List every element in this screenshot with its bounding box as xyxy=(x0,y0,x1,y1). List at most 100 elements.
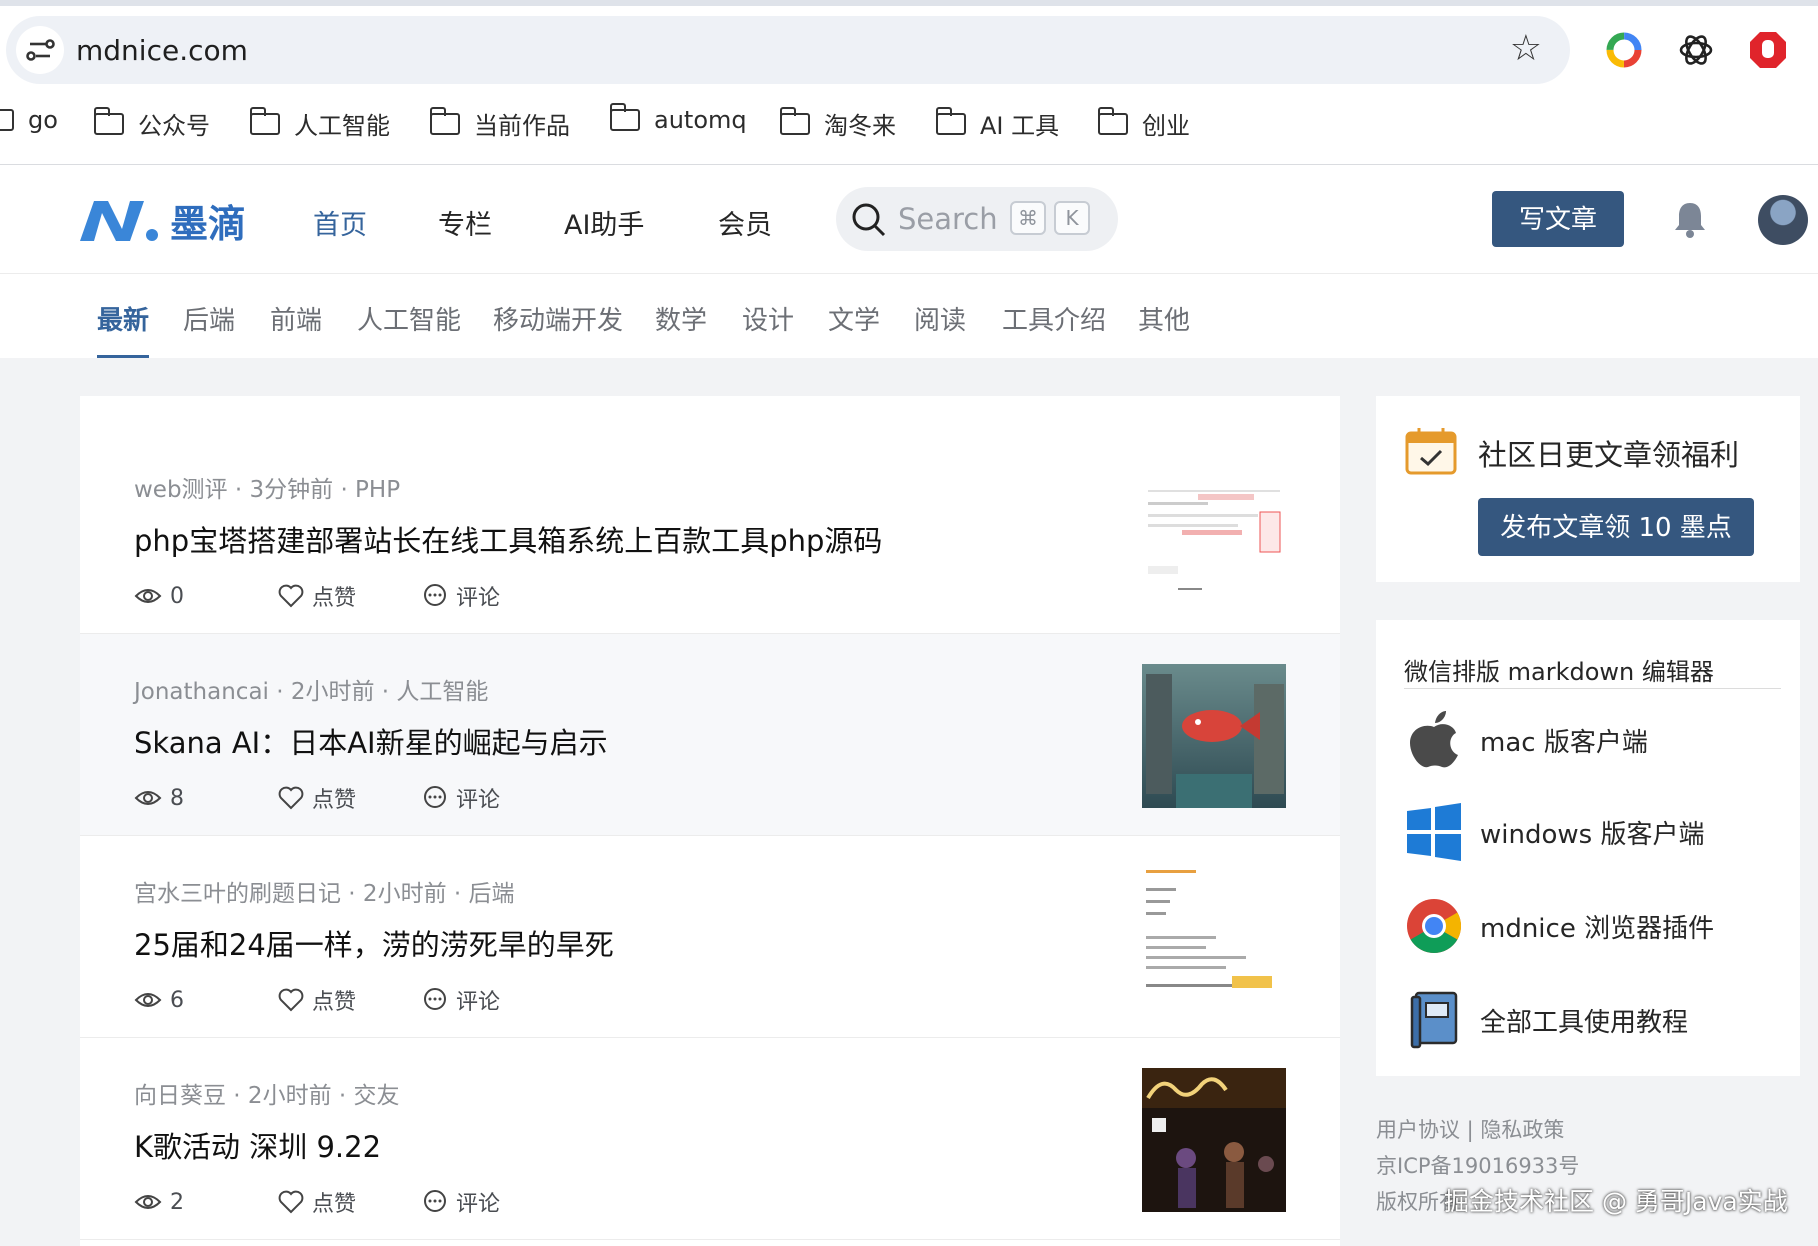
write-article-button[interactable]: 写文章 xyxy=(1492,191,1624,247)
openai-extension-icon[interactable] xyxy=(1676,30,1716,70)
heart-icon xyxy=(278,1190,304,1214)
category-other[interactable]: 其他 xyxy=(1138,300,1190,337)
browser-chrome: mdnice.com ☆ go 公众号 人工智能 当前作品 automq 淘冬来… xyxy=(0,0,1818,165)
promo-title: 社区日更文章领福利 xyxy=(1478,438,1740,472)
bookmark-startup[interactable]: 创业 xyxy=(1097,106,1190,141)
article-thumbnail[interactable] xyxy=(1142,866,1286,1010)
article-actions: 6 点赞 评论 xyxy=(134,984,500,1016)
like-button[interactable]: 点赞 xyxy=(278,580,422,612)
category-bar: 最新 后端 前端 人工智能 移动端开发 数学 设计 文学 阅读 工具介绍 其他 xyxy=(0,274,1818,358)
user-avatar[interactable] xyxy=(1758,195,1808,245)
folder-icon xyxy=(779,106,810,135)
nav-columns[interactable]: 专栏 xyxy=(438,203,492,242)
folder-icon xyxy=(935,106,966,135)
category-mobile[interactable]: 移动端开发 xyxy=(493,300,623,337)
nav-ai-assistant[interactable]: AI助手 xyxy=(564,203,644,242)
article-meta: 向日葵豆 · 2小时前 · 交友 xyxy=(134,1083,400,1109)
category-math[interactable]: 数学 xyxy=(655,300,707,337)
article-card[interactable]: 向日葵豆 · 2小时前 · 交友 K歌活动 深圳 9.22 2 点赞 评论 xyxy=(80,1038,1340,1240)
category-ai[interactable]: 人工智能 xyxy=(357,300,461,337)
comment-icon xyxy=(424,584,446,606)
bookmark-gongzhonghao[interactable]: 公众号 xyxy=(93,106,210,141)
bookmark-star-icon[interactable]: ☆ xyxy=(1510,28,1542,69)
extension-ring-icon[interactable] xyxy=(1604,30,1644,70)
category-tools[interactable]: 工具介绍 xyxy=(1002,300,1106,337)
article-thumbnail[interactable] xyxy=(1142,664,1286,808)
category-latest[interactable]: 最新 xyxy=(97,300,149,337)
tool-mac-client[interactable]: mac 版客户端 xyxy=(1404,710,1648,770)
tools-divider xyxy=(1404,688,1781,689)
article-meta: Jonathancai · 2小时前 · 人工智能 xyxy=(134,679,489,705)
category-literature[interactable]: 文学 xyxy=(828,300,880,337)
category-frontend[interactable]: 前端 xyxy=(270,300,322,337)
search-box[interactable]: Search ⌘ K xyxy=(836,187,1118,251)
article-card[interactable]: 宫水三叶的刷题日记 · 2小时前 · 后端 25届和24届一样，涝的涝死旱的旱死… xyxy=(80,836,1340,1038)
bookmark-automq[interactable]: automq xyxy=(609,103,747,134)
eye-icon xyxy=(134,993,162,1007)
like-button[interactable]: 点赞 xyxy=(278,782,422,814)
mdnice-logo-icon xyxy=(80,200,158,241)
article-title[interactable]: Skana AI：日本AI新星的崛起与启示 xyxy=(134,720,608,762)
category-reading[interactable]: 阅读 xyxy=(914,300,966,337)
kbd-cmd: ⌘ xyxy=(1010,201,1046,235)
nav-membership[interactable]: 会员 xyxy=(718,203,772,242)
category-active-indicator xyxy=(97,355,149,358)
adblock-extension-icon[interactable] xyxy=(1748,30,1788,70)
footer-legal-links[interactable]: 用户协议 | 隐私政策 xyxy=(1376,1112,1579,1148)
article-title[interactable]: 25届和24届一样，涝的涝死旱的旱死 xyxy=(134,922,614,964)
bookmark-go[interactable]: go xyxy=(0,106,58,134)
heart-icon xyxy=(278,988,304,1012)
article-card[interactable]: web测评 · 3分钟前 · PHP php宝塔搭建部署站长在线工具箱系统上百款… xyxy=(80,432,1340,634)
url-text[interactable]: mdnice.com xyxy=(76,34,248,67)
tool-windows-client[interactable]: windows 版客户端 xyxy=(1404,802,1704,862)
category-backend[interactable]: 后端 xyxy=(183,300,235,337)
watermark: 掘金技术社区 @ 勇哥Java实战 xyxy=(1444,1187,1788,1216)
article-meta: web测评 · 3分钟前 · PHP xyxy=(134,477,401,503)
article-title[interactable]: php宝塔搭建部署站长在线工具箱系统上百款工具php源码 xyxy=(134,518,882,560)
comment-button[interactable]: 评论 xyxy=(422,984,500,1016)
eye-icon xyxy=(134,589,162,603)
article-thumbnail[interactable] xyxy=(1142,462,1286,606)
bell-icon[interactable] xyxy=(1670,199,1710,239)
article-title[interactable]: K歌活动 深圳 9.22 xyxy=(134,1124,381,1166)
publish-reward-button[interactable]: 发布文章领 10 墨点 xyxy=(1478,498,1754,556)
promo-card: 社区日更文章领福利 发布文章领 10 墨点 xyxy=(1376,396,1800,582)
category-design[interactable]: 设计 xyxy=(742,300,794,337)
folder-icon xyxy=(429,106,460,135)
like-button[interactable]: 点赞 xyxy=(278,984,422,1016)
like-button[interactable]: 点赞 xyxy=(278,1186,422,1218)
address-bar[interactable]: mdnice.com ☆ xyxy=(6,16,1570,84)
tools-title: 微信排版 markdown 编辑器 xyxy=(1404,658,1714,686)
bookmark-ai-tools[interactable]: AI 工具 xyxy=(935,106,1059,141)
article-thumbnail[interactable] xyxy=(1142,1068,1286,1212)
folder-icon xyxy=(93,106,124,135)
heart-icon xyxy=(278,584,304,608)
article-card[interactable]: Jonathancai · 2小时前 · 人工智能 Skana AI：日本AI新… xyxy=(80,634,1340,836)
view-count: 6 xyxy=(134,984,278,1016)
book-icon xyxy=(1404,990,1464,1050)
folder-icon xyxy=(249,106,280,135)
kbd-k: K xyxy=(1054,201,1090,235)
nav-home[interactable]: 首页 xyxy=(313,203,367,242)
tool-browser-extension[interactable]: mdnice 浏览器插件 xyxy=(1404,896,1714,956)
view-count: 0 xyxy=(134,580,278,612)
chrome-icon xyxy=(1404,896,1464,956)
comment-icon xyxy=(424,988,446,1010)
tools-card: 微信排版 markdown 编辑器 mac 版客户端 windows 版客户端 … xyxy=(1376,620,1800,1076)
eye-icon xyxy=(134,791,162,805)
comment-button[interactable]: 评论 xyxy=(422,1186,500,1218)
footer-icp[interactable]: 京ICP备19016933号 xyxy=(1376,1148,1579,1184)
site-logo[interactable]: 墨滴 xyxy=(78,193,246,248)
feed-top-spacer xyxy=(80,396,1340,433)
apple-icon xyxy=(1404,710,1464,770)
comment-icon xyxy=(424,786,446,808)
site-settings-icon[interactable] xyxy=(16,26,64,74)
logo-text: 墨滴 xyxy=(170,202,247,246)
comment-button[interactable]: 评论 xyxy=(422,580,500,612)
windows-icon xyxy=(1404,802,1464,862)
comment-button[interactable]: 评论 xyxy=(422,782,500,814)
bookmark-taodonglai[interactable]: 淘冬来 xyxy=(779,106,896,141)
tool-tutorial[interactable]: 全部工具使用教程 xyxy=(1404,990,1688,1050)
bookmark-current-works[interactable]: 当前作品 xyxy=(429,106,570,141)
bookmark-ai[interactable]: 人工智能 xyxy=(249,106,390,141)
